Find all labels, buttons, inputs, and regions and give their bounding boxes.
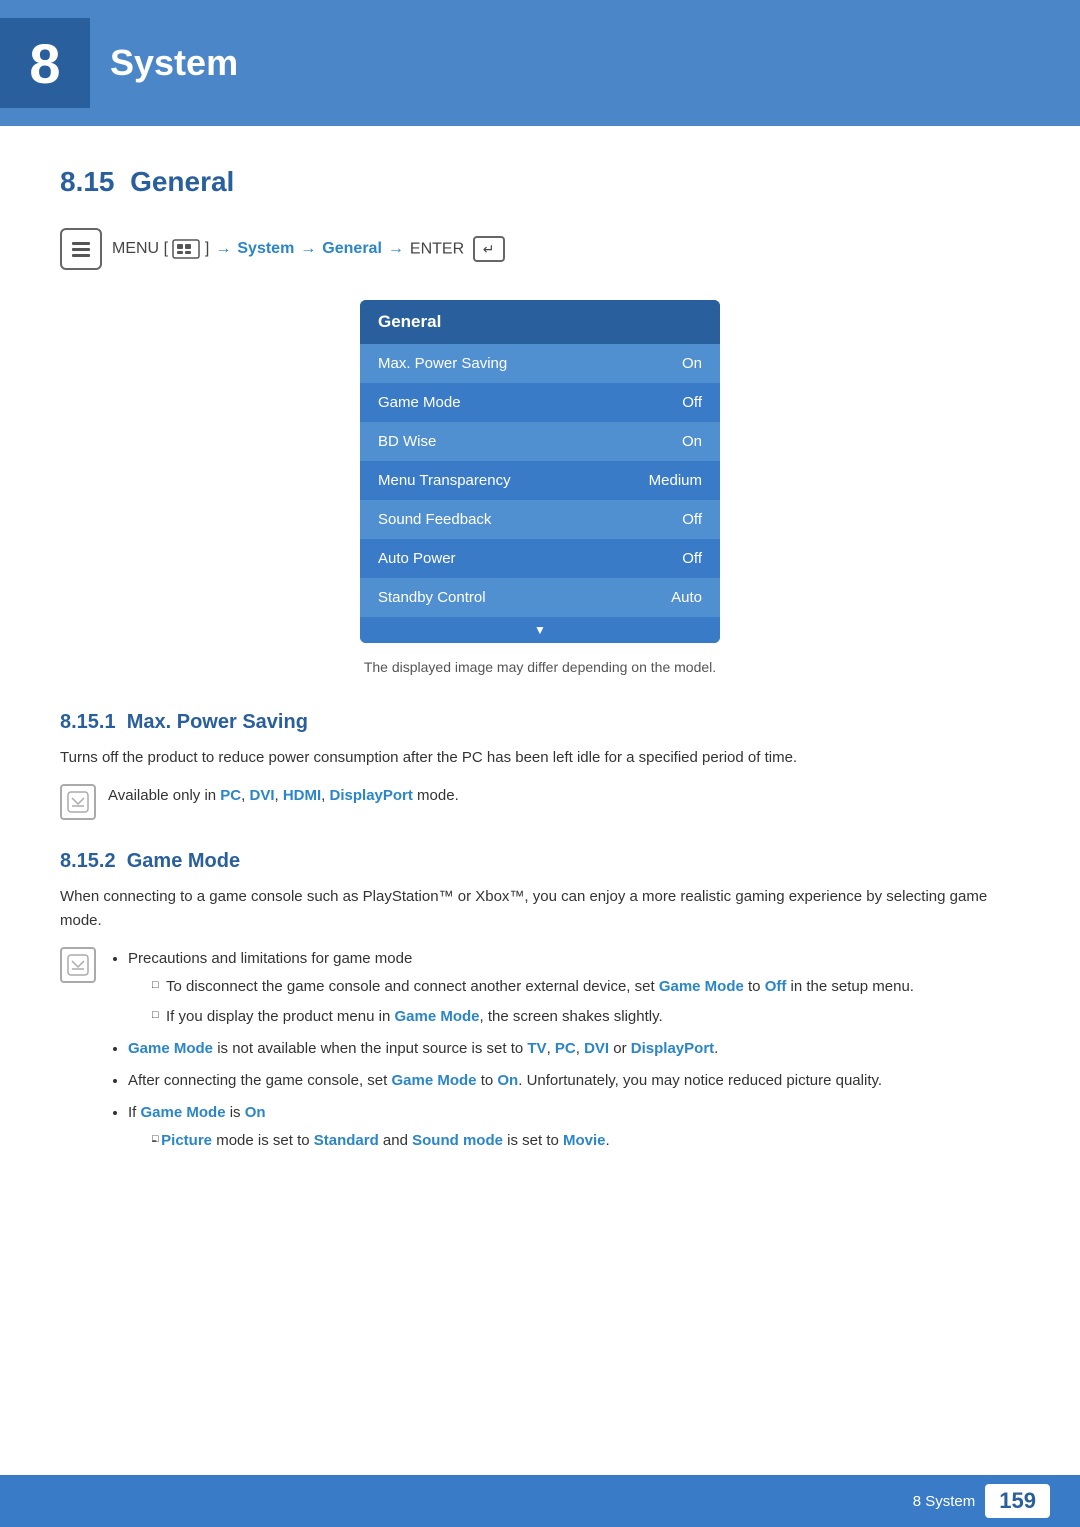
- subsection-8-15-2: 8.15.2 Game Mode When connecting to a ga…: [60, 850, 1020, 1163]
- menu-item-menu-transparency[interactable]: Menu Transparency Medium: [360, 461, 720, 500]
- bullet-if-game-mode-on: If Game Mode is On - Picture mode is set…: [128, 1101, 1020, 1153]
- nav-system: System: [237, 240, 294, 258]
- menu-value-menu-transparency: Medium: [649, 472, 702, 489]
- menu-item-sound-feedback[interactable]: Sound Feedback Off: [360, 500, 720, 539]
- section-label: General: [130, 166, 234, 197]
- nav-general: General: [322, 240, 382, 258]
- subsection-8-15-1: 8.15.1 Max. Power Saving Turns off the p…: [60, 711, 1020, 820]
- footer-section-label: 8 System: [913, 1493, 976, 1510]
- menu-item-max-power[interactable]: Max. Power Saving On: [360, 344, 720, 383]
- chapter-number: 8: [29, 31, 60, 96]
- subsection-body-8-15-2: When connecting to a game console such a…: [60, 885, 1020, 933]
- menu-label-max-power: Max. Power Saving: [378, 355, 507, 372]
- note-icon-8-15-1: [60, 784, 96, 820]
- menu-value-game-mode: Off: [682, 394, 702, 411]
- nav-arrow-1: →: [215, 240, 231, 258]
- footer-page-number: 159: [985, 1484, 1050, 1518]
- menu-label-sound-feedback: Sound Feedback: [378, 511, 491, 528]
- main-content: 8.15 General MENU [ ] → System → G: [0, 126, 1080, 1253]
- page-footer: 8 System 159: [0, 1475, 1080, 1527]
- nav-path: MENU [ ] → System → General → ENTER ↵: [60, 228, 1020, 270]
- enter-icon: ↵: [473, 236, 505, 262]
- menu-label-bd-wise: BD Wise: [378, 433, 436, 450]
- note-row-8-15-1: Available only in PC, DVI, HDMI, Display…: [60, 784, 1020, 820]
- general-menu: General Max. Power Saving On Game Mode O…: [360, 300, 720, 643]
- chapter-number-box: 8: [0, 18, 90, 108]
- section-heading: 8.15 General: [60, 166, 1020, 198]
- nav-arrow-3: →: [388, 240, 404, 258]
- menu-value-sound-feedback: Off: [682, 511, 702, 528]
- disclaimer-text: The displayed image may differ depending…: [60, 659, 1020, 675]
- subsection-title-8-15-1: 8.15.1 Max. Power Saving: [60, 711, 1020, 734]
- sub-bullet-picture-sound: - Picture mode is set to Standard and So…: [152, 1129, 1020, 1153]
- page-header: 8 System: [0, 0, 1080, 126]
- chapter-title: System: [110, 42, 238, 84]
- sub-bullet-display-menu: If you display the product menu in Game …: [152, 1005, 1020, 1029]
- menu-item-bd-wise[interactable]: BD Wise On: [360, 422, 720, 461]
- sub-bullet-disconnect: To disconnect the game console and conne…: [152, 975, 1020, 999]
- sub-bullets-game-on: - Picture mode is set to Standard and So…: [152, 1129, 1020, 1153]
- note-row-8-15-2: Precautions and limitations for game mod…: [60, 947, 1020, 1163]
- menu-value-bd-wise: On: [682, 433, 702, 450]
- bullet-not-available: Game Mode is not available when the inpu…: [128, 1037, 1020, 1061]
- nav-arrow-2: →: [300, 240, 316, 258]
- menu-value-max-power: On: [682, 355, 702, 372]
- menu-label-menu-transparency: Menu Transparency: [378, 472, 511, 489]
- nav-menu-label: MENU [ ]: [112, 239, 209, 259]
- sub-bullets-precautions: To disconnect the game console and conne…: [152, 975, 1020, 1029]
- section-id: 8.15: [60, 166, 115, 197]
- menu-label-standby-control: Standby Control: [378, 589, 486, 606]
- subsection-title-8-15-2: 8.15.2 Game Mode: [60, 850, 1020, 873]
- bullet-precautions: Precautions and limitations for game mod…: [128, 947, 1020, 1029]
- note-text-8-15-1: Available only in PC, DVI, HDMI, Display…: [108, 784, 459, 808]
- menu-item-standby-control[interactable]: Standby Control Auto: [360, 578, 720, 617]
- note-icon-8-15-2: [60, 947, 96, 983]
- menu-title: General: [360, 300, 720, 344]
- menu-label-auto-power: Auto Power: [378, 550, 456, 567]
- menu-container: General Max. Power Saving On Game Mode O…: [60, 300, 1020, 643]
- nav-enter-label: ENTER ↵: [410, 236, 505, 262]
- bullet-list-container: Precautions and limitations for game mod…: [108, 947, 1020, 1163]
- menu-item-game-mode[interactable]: Game Mode Off: [360, 383, 720, 422]
- menu-value-auto-power: Off: [682, 550, 702, 567]
- game-mode-bullets: Precautions and limitations for game mod…: [128, 947, 1020, 1153]
- menu-label-game-mode: Game Mode: [378, 394, 461, 411]
- menu-value-standby-control: Auto: [671, 589, 702, 606]
- menu-scroll-arrow: ▼: [360, 617, 720, 643]
- menu-item-auto-power[interactable]: Auto Power Off: [360, 539, 720, 578]
- menu-icon: [60, 228, 102, 270]
- bullet-after-connecting: After connecting the game console, set G…: [128, 1069, 1020, 1093]
- subsection-body-8-15-1: Turns off the product to reduce power co…: [60, 746, 1020, 770]
